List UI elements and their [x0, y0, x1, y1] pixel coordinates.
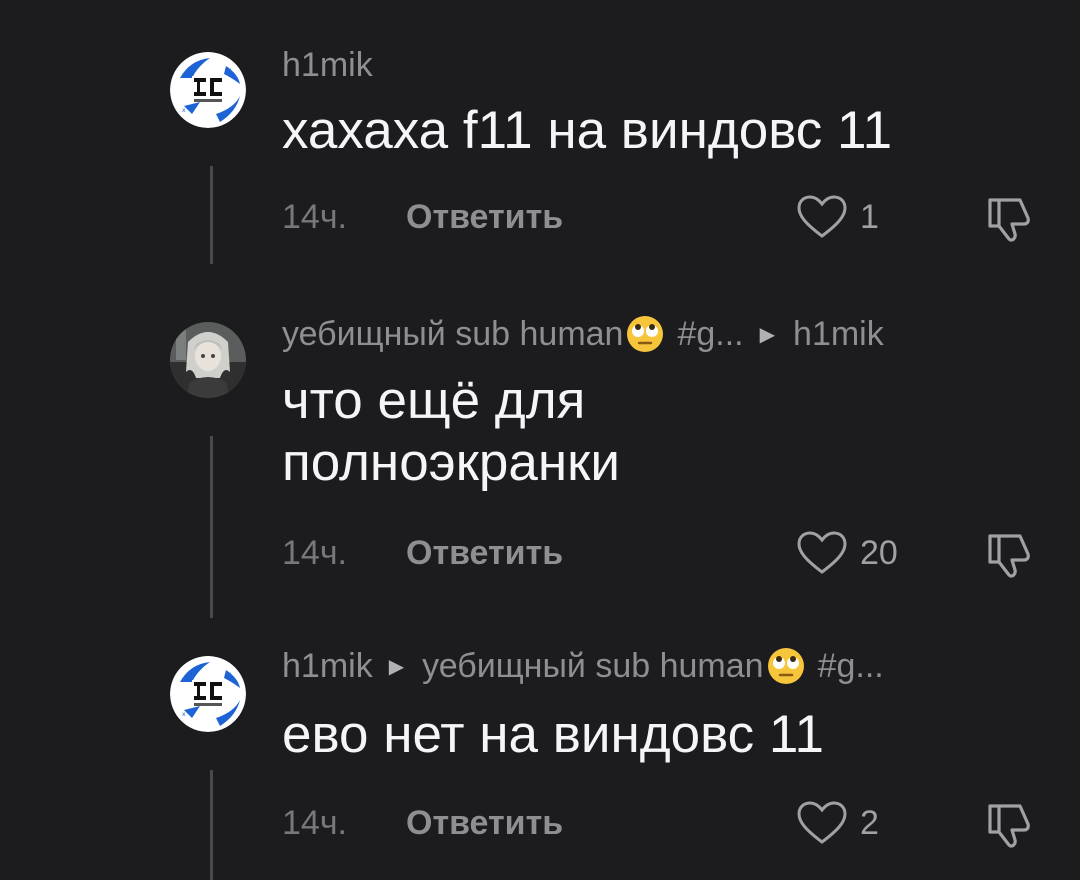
dislike-button[interactable]	[982, 192, 1036, 246]
comment-actions: 14ч. Ответить 2	[282, 798, 1042, 848]
like-count: 1	[860, 197, 879, 236]
thread-line	[210, 436, 213, 618]
reply-arrow-icon: ▶	[388, 655, 405, 678]
reply-button[interactable]: Ответить	[406, 798, 563, 848]
dislike-button[interactable]	[982, 798, 1036, 852]
comment-actions: 14ч. Ответить 1	[282, 192, 1042, 242]
svg-text:x: x	[228, 67, 232, 74]
author-name[interactable]: h1mik	[282, 647, 373, 686]
comment-meta: h1mik	[282, 46, 373, 85]
avatar[interactable]	[170, 322, 246, 398]
anime-avatar-icon	[170, 322, 246, 398]
comment-text: хахаха f11 на виндовс 11	[282, 101, 893, 160]
comment-actions: 14ч. Ответить 20	[282, 528, 1042, 578]
thread-line	[210, 770, 213, 880]
reply-arrow-icon: ▶	[759, 323, 776, 346]
logo-avatar-icon: x x	[170, 52, 246, 128]
svg-text:x: x	[182, 107, 186, 114]
comment-text: что ещё для полноэкранки	[282, 371, 620, 492]
like-count: 2	[860, 803, 879, 842]
heart-icon	[797, 801, 847, 844]
reply-to-name[interactable]: h1mik	[793, 315, 884, 354]
heart-icon	[797, 195, 847, 238]
timestamp: 14ч.	[282, 804, 347, 842]
comment-meta: h1mik ▶ уебищный sub human #g...	[282, 646, 884, 686]
thumbs-down-icon	[988, 804, 1030, 848]
like-button[interactable]: 1	[796, 192, 879, 242]
comment-meta: уебищный sub human #g... ▶ h1mik	[282, 314, 884, 354]
like-button[interactable]: 20	[796, 528, 898, 578]
author-name[interactable]: h1mik	[282, 46, 373, 85]
rolling-eyes-emoji-icon	[767, 648, 804, 684]
reply-button[interactable]: Ответить	[406, 528, 563, 578]
dislike-button[interactable]	[982, 528, 1036, 582]
rolling-eyes-emoji-icon	[627, 316, 664, 352]
reply-button[interactable]: Ответить	[406, 192, 563, 242]
avatar[interactable]: x x	[170, 656, 246, 732]
timestamp: 14ч.	[282, 198, 347, 236]
reply-to-name[interactable]: уебищный sub human	[422, 647, 763, 686]
timestamp: 14ч.	[282, 534, 347, 572]
heart-icon	[797, 531, 847, 574]
comment-text: ево нет на виндовс 11	[282, 705, 824, 764]
hashtag[interactable]: #g...	[818, 647, 884, 686]
author-name[interactable]: уебищный sub human	[282, 315, 623, 354]
like-count: 20	[860, 533, 898, 572]
like-button[interactable]: 2	[796, 798, 879, 848]
thumbs-down-icon	[988, 198, 1030, 242]
thread-line	[210, 166, 213, 264]
svg-text:x: x	[182, 711, 186, 718]
logo-avatar-icon: x x	[170, 656, 246, 732]
hashtag[interactable]: #g...	[677, 315, 743, 354]
avatar[interactable]: x x	[170, 52, 246, 128]
thumbs-down-icon	[988, 534, 1030, 578]
svg-text:x: x	[228, 671, 232, 678]
